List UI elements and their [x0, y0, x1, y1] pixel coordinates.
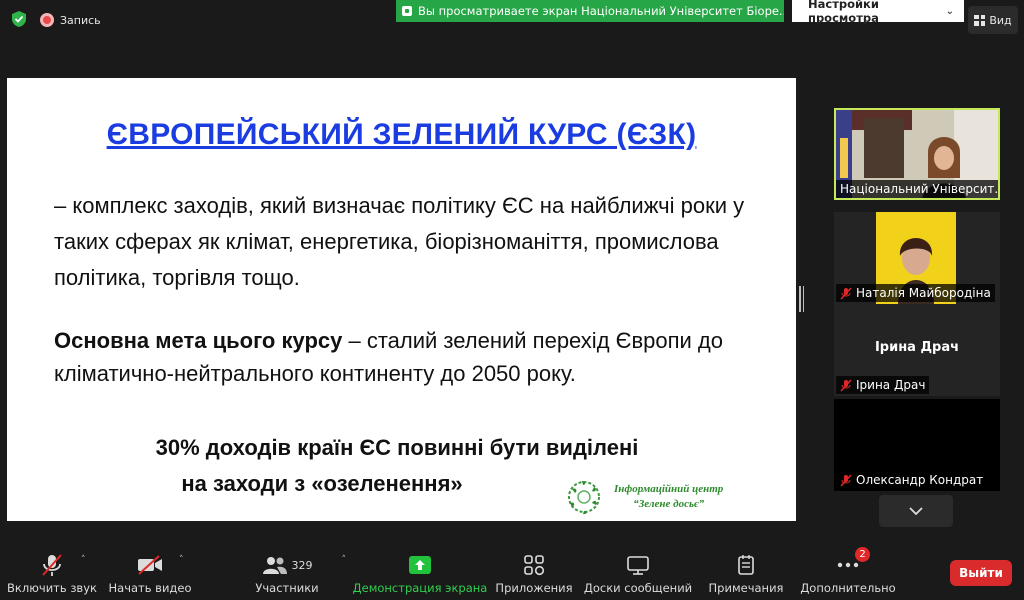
- view-settings-label: Настройки просмотра: [808, 0, 879, 25]
- share-screen-icon: [409, 556, 431, 574]
- meeting-toolbar: ˄ Включить звук ˄ Начать видео 329 ˄ Уча…: [0, 545, 1024, 600]
- security-shield-icon[interactable]: [10, 10, 28, 28]
- screen-share-banner: Вы просматриваете экран Національний Уні…: [396, 0, 784, 22]
- zoom-meeting-window: Запись Вы просматриваете экран Національ…: [0, 0, 1024, 600]
- whiteboards-label: Доски сообщений: [583, 581, 693, 595]
- leaf-wreath-icon: [568, 481, 600, 515]
- chevron-up-icon[interactable]: ˄: [179, 555, 184, 565]
- notes-button[interactable]: Примечания: [706, 545, 786, 600]
- share-banner-text: Вы просматриваете экран Національний Уні…: [418, 4, 784, 18]
- apps-label: Приложения: [495, 581, 573, 595]
- green-dossier-logo: Інформаційний центр “Зелене досьє”: [562, 474, 762, 520]
- notes-label: Примечания: [708, 581, 784, 595]
- participant-name: Ірина Драч: [836, 376, 930, 394]
- share-screen-label: Демонстрация экрана: [352, 581, 488, 595]
- slide-funding-line1: 30% доходів країн ЄС повинні бути виділе…: [155, 435, 639, 460]
- participant-tile[interactable]: Ірина Драч Ірина Драч: [834, 304, 1000, 396]
- shared-screen-slide: ЄВРОПЕЙСЬКИЙ ЗЕЛЕНИЙ КУРС (ЄЗК) – компле…: [7, 78, 796, 521]
- chevron-up-icon[interactable]: ˄: [81, 555, 86, 565]
- share-screen-button[interactable]: Демонстрация экрана: [353, 545, 487, 600]
- chevron-down-icon: [909, 507, 923, 515]
- whiteboards-button[interactable]: Доски сообщений: [584, 545, 692, 600]
- mic-off-icon: [42, 554, 62, 576]
- leave-button[interactable]: Выйти: [950, 560, 1012, 586]
- unmute-button[interactable]: ˄ Включить звук: [7, 545, 97, 600]
- top-bar: Запись Вы просматриваете экран Національ…: [0, 0, 1024, 40]
- participants-icon: [262, 557, 287, 574]
- view-label: Вид: [989, 13, 1012, 27]
- more-dots-icon: [837, 562, 859, 568]
- participants-count: 329: [291, 558, 313, 572]
- apps-button[interactable]: Приложения: [495, 545, 573, 600]
- slide-paragraph-definition: – комплекс заходів, який визначає політи…: [54, 193, 745, 290]
- unmute-label: Включить звук: [7, 581, 97, 595]
- start-video-label: Начать видео: [108, 581, 192, 595]
- scroll-down-button[interactable]: [879, 495, 953, 527]
- more-button[interactable]: 2 Дополнительно: [800, 545, 896, 600]
- view-settings-dropdown[interactable]: Настройки просмотра ⌄: [792, 0, 964, 25]
- apps-icon: [524, 555, 545, 576]
- mic-muted-icon: [840, 286, 852, 300]
- slide-paragraph-goal: Основна мета цього курсу – сталий зелени…: [54, 324, 764, 390]
- mic-muted-icon: [840, 378, 852, 392]
- participant-name: Олександр Кондрат: [836, 471, 988, 489]
- notes-icon: [738, 555, 754, 575]
- participant-display-name: Ірина Драч: [874, 340, 960, 355]
- record-label: Запись: [60, 13, 101, 27]
- record-icon: [40, 13, 54, 27]
- participants-label: Участники: [255, 581, 319, 595]
- share-icon: [402, 6, 412, 16]
- participant-tile[interactable]: Наталія Майбородіна: [834, 212, 1000, 304]
- slide-title: ЄВРОПЕЙСЬКИЙ ЗЕЛЕНИЙ КУРС (ЄЗК): [106, 118, 697, 151]
- notification-badge: 2: [855, 547, 870, 562]
- participants-button[interactable]: 329 ˄ Участники: [254, 545, 346, 600]
- start-video-button[interactable]: ˄ Начать видео: [108, 545, 192, 600]
- logo-line2: “Зелене досьє”: [633, 498, 705, 510]
- participant-name: Національний Університ...: [836, 180, 998, 198]
- more-label: Дополнительно: [800, 581, 896, 595]
- grid-view-icon: [974, 14, 986, 26]
- mic-muted-icon: [840, 473, 852, 487]
- view-button[interactable]: Вид: [968, 6, 1018, 34]
- recording-indicator[interactable]: Запись: [40, 8, 101, 32]
- logo-line1: Інформаційний центр: [614, 483, 724, 495]
- slide-goal-bold: Основна мета цього курсу: [54, 328, 343, 353]
- logo-text: Інформаційний центр “Зелене досьє”: [614, 482, 723, 512]
- chevron-down-icon: ⌄: [945, 5, 954, 17]
- chevron-up-icon[interactable]: ˄: [342, 555, 347, 565]
- panel-resize-handle[interactable]: [799, 286, 804, 312]
- camera-off-icon: [138, 555, 162, 575]
- participant-name: Наталія Майбородіна: [836, 284, 995, 302]
- participant-tile[interactable]: Олександр Кондрат: [834, 399, 1000, 491]
- participant-tile[interactable]: Національний Університ...: [834, 108, 1000, 200]
- whiteboard-icon: [627, 556, 649, 575]
